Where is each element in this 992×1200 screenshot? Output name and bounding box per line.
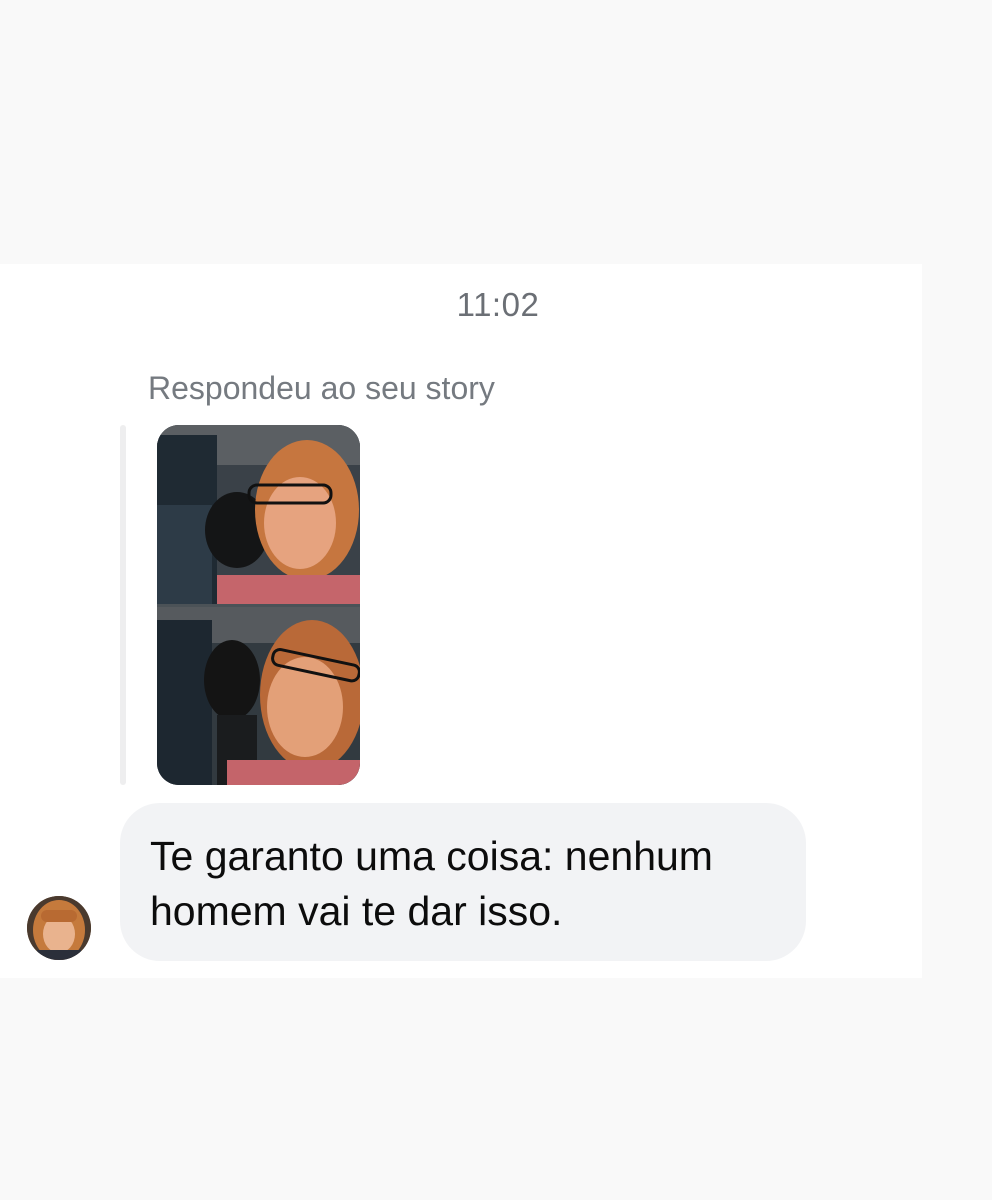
message-timestamp: 11:02	[456, 286, 540, 323]
avatar-photo	[27, 896, 91, 960]
sender-avatar[interactable]	[27, 896, 91, 960]
story-photo	[157, 425, 360, 785]
story-thumbnail[interactable]	[157, 425, 360, 785]
message-text-line-2: homem vai te dar isso.	[150, 888, 563, 934]
story-reply-caption: Respondeu ao seu story	[148, 370, 495, 406]
message-text-line-1: Te garanto uma coisa: nenhum	[150, 833, 713, 879]
message-bubble[interactable]: Te garanto uma coisa: nenhum homem vai t…	[120, 803, 806, 961]
reply-indicator-bar	[120, 425, 126, 785]
